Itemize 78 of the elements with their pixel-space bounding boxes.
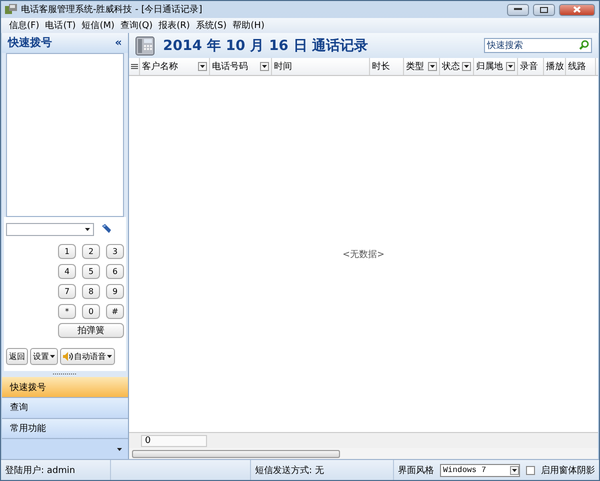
telephone-icon <box>135 36 155 56</box>
nav-item[interactable]: 查询 <box>2 398 128 419</box>
dial-key[interactable]: 1 <box>58 244 76 259</box>
caret-icon <box>512 468 517 472</box>
dial-key[interactable]: 9 <box>106 284 124 299</box>
menu-item[interactable]: 电话(T) <box>45 19 76 32</box>
caret-icon <box>200 65 205 68</box>
shadow-checkbox[interactable] <box>526 466 535 474</box>
user-label: 登陆用户: admin <box>5 464 76 476</box>
splitter-grip[interactable] <box>53 372 77 375</box>
page-title: 2014 年 10 月 16 日 通话记录 <box>163 36 370 54</box>
horizontal-scrollbar[interactable] <box>129 448 598 459</box>
minimize-icon <box>514 8 522 11</box>
app-icon <box>5 4 17 15</box>
dial-key[interactable]: # <box>106 304 124 319</box>
collapse-button[interactable]: « <box>114 36 122 50</box>
filter-button[interactable] <box>506 62 515 71</box>
search-icon[interactable] <box>579 40 589 50</box>
filter-button[interactable] <box>428 62 437 71</box>
column-chooser-icon[interactable] <box>130 64 138 70</box>
dial-key[interactable]: * <box>58 304 76 319</box>
settings-button[interactable]: 设置 <box>30 348 58 365</box>
record-count: 0 <box>141 434 207 446</box>
dial-key[interactable]: 7 <box>58 284 76 299</box>
dial-key[interactable]: 4 <box>58 264 76 279</box>
nav-item[interactable]: 快速拨号 <box>2 377 128 398</box>
caret-icon <box>85 228 90 231</box>
maximize-icon <box>540 6 548 12</box>
column-header[interactable]: 归属地 <box>474 58 518 75</box>
minimize-button[interactable] <box>507 4 529 16</box>
filter-button[interactable] <box>260 62 269 71</box>
dial-key[interactable]: 2 <box>82 244 100 259</box>
theme-label: 界面风格 <box>398 464 434 476</box>
window-title: 电话客服管理系统-胜威科技 - [今日通话记录] <box>21 4 204 16</box>
caret-icon <box>262 65 267 68</box>
sms-mode-label: 短信发送方式: 无 <box>255 464 324 476</box>
column-header[interactable]: 类型 <box>404 58 440 75</box>
column-header[interactable]: 状态 <box>440 58 474 75</box>
back-button[interactable]: 返回 <box>6 348 28 365</box>
dial-key[interactable]: 6 <box>106 264 124 279</box>
voice-button[interactable]: 自动语音 <box>60 348 115 365</box>
menu-item[interactable]: 系统(S) <box>196 19 227 32</box>
empty-message: <无数据> <box>342 248 385 260</box>
search-field[interactable]: 快速搜索 <box>484 38 592 53</box>
more-caret-icon <box>117 448 122 451</box>
menu-item[interactable]: 信息(F) <box>9 19 40 32</box>
menu-item[interactable]: 帮助(H) <box>232 19 264 32</box>
caret-icon <box>464 65 469 68</box>
menu-item[interactable]: 报表(R) <box>158 19 190 32</box>
theme-combo[interactable]: Windows 7 <box>440 464 520 476</box>
dial-key[interactable]: 8 <box>82 284 100 299</box>
caret-icon <box>508 65 513 68</box>
shadow-label: 启用窗体阴影 <box>541 464 595 476</box>
handset-icon[interactable] <box>100 223 112 236</box>
menu-item[interactable]: 短信(M) <box>82 19 115 32</box>
flash-button[interactable]: 拍弹簧 <box>58 322 124 338</box>
column-header[interactable]: 线路 <box>566 58 596 75</box>
nav-item[interactable]: 常用功能 <box>2 418 128 440</box>
speaker-icon <box>63 352 73 361</box>
column-header[interactable]: 时间 <box>272 58 370 75</box>
column-header[interactable]: 播放 <box>544 58 566 75</box>
dial-key[interactable]: 3 <box>106 244 124 259</box>
column-header[interactable]: 客户名称 <box>140 58 210 75</box>
caret-icon <box>50 354 55 358</box>
panel-title: 快速拨号 <box>8 35 52 50</box>
caret-icon <box>107 354 112 358</box>
maximize-button[interactable] <box>533 4 555 16</box>
menu-item[interactable]: 查询(Q) <box>120 19 153 32</box>
dial-key[interactable]: 0 <box>82 304 100 319</box>
filter-button[interactable] <box>198 62 207 71</box>
column-header[interactable]: 电话号码 <box>210 58 272 75</box>
dial-key[interactable]: 5 <box>82 264 100 279</box>
column-header[interactable]: 时长 <box>370 58 404 75</box>
close-icon <box>573 6 581 13</box>
close-button[interactable] <box>559 4 595 16</box>
filter-button[interactable] <box>462 62 471 71</box>
caret-icon <box>430 65 435 68</box>
column-header[interactable]: 录音 <box>518 58 544 75</box>
